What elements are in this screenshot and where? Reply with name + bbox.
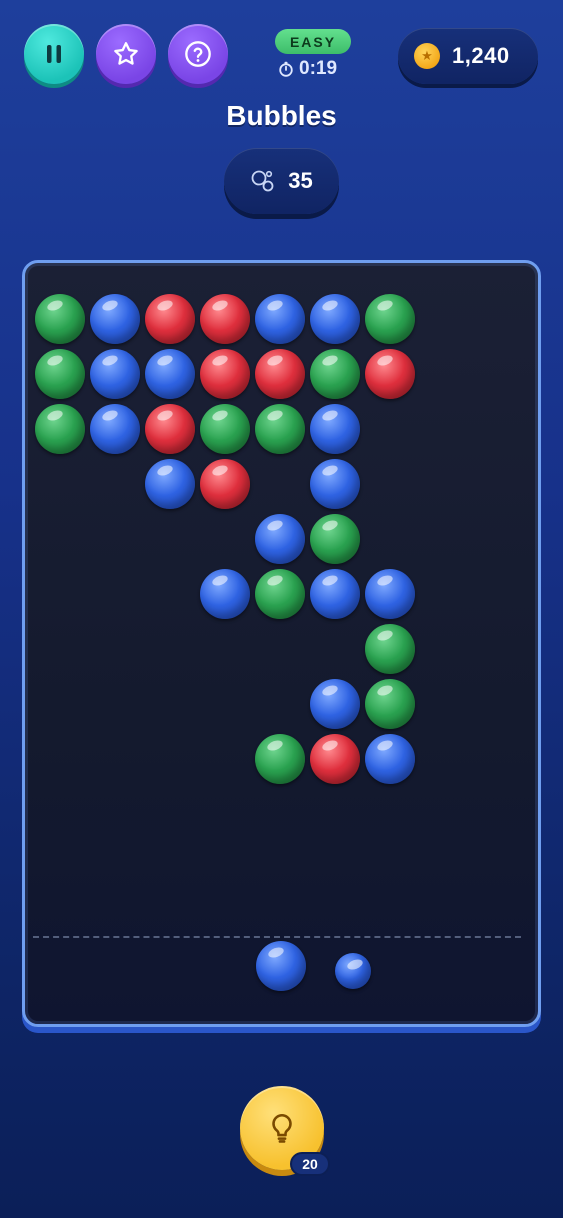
blue-bubble	[90, 404, 140, 454]
red-bubble	[145, 404, 195, 454]
green-bubble	[255, 569, 305, 619]
blue-bubble	[310, 404, 360, 454]
help-button[interactable]	[168, 24, 228, 84]
coin-amount: 1,240	[452, 43, 510, 68]
red-bubble	[310, 734, 360, 784]
star-icon	[114, 42, 138, 65]
stopwatch-icon	[279, 61, 293, 77]
aim-line	[33, 936, 521, 938]
red-bubble	[145, 294, 195, 344]
hint-count-badge: 20	[290, 1152, 330, 1176]
coin-icon: ★	[414, 43, 440, 69]
bubbles-icon	[251, 170, 274, 192]
difficulty-badge: EASY	[275, 29, 351, 54]
blue-bubble	[310, 294, 360, 344]
blue-bubble	[255, 294, 305, 344]
blue-bubble	[310, 459, 360, 509]
pause-button[interactable]	[24, 24, 84, 84]
game-title: Bubbles	[226, 100, 337, 131]
green-bubble	[35, 404, 85, 454]
blue-bubble	[310, 679, 360, 729]
red-bubble	[255, 349, 305, 399]
green-bubble	[365, 679, 415, 729]
timer-value: 0:19	[299, 58, 338, 79]
green-bubble	[200, 404, 250, 454]
green-bubble	[35, 349, 85, 399]
green-bubble	[35, 294, 85, 344]
green-bubble	[310, 349, 360, 399]
red-bubble	[200, 294, 250, 344]
favorite-button[interactable]	[96, 24, 156, 84]
red-bubble	[365, 349, 415, 399]
blue-bubble	[200, 569, 250, 619]
green-bubble	[310, 514, 360, 564]
green-bubble	[365, 624, 415, 674]
help-icon	[185, 41, 211, 67]
blue-bubble	[255, 514, 305, 564]
blue-bubble	[90, 349, 140, 399]
blue-bubble	[145, 459, 195, 509]
bubbles-remaining: 35	[224, 148, 339, 214]
blue-bubble	[365, 569, 415, 619]
blue-bubble	[90, 294, 140, 344]
blue-bubble	[310, 569, 360, 619]
coin-balance[interactable]: ★ 1,240	[398, 28, 538, 84]
red-bubble	[200, 349, 250, 399]
red-bubble	[200, 459, 250, 509]
green-bubble	[255, 734, 305, 784]
lightbulb-icon	[272, 1113, 292, 1143]
green-bubble	[255, 404, 305, 454]
current-shot-bubble[interactable]	[256, 941, 306, 991]
blue-bubble	[145, 349, 195, 399]
timer: 0:19	[278, 57, 354, 81]
blue-bubble	[365, 734, 415, 784]
green-bubble	[365, 294, 415, 344]
bubbles-remaining-value: 35	[288, 168, 313, 193]
pause-icon	[47, 45, 61, 63]
next-shot-bubble[interactable]	[335, 953, 371, 989]
